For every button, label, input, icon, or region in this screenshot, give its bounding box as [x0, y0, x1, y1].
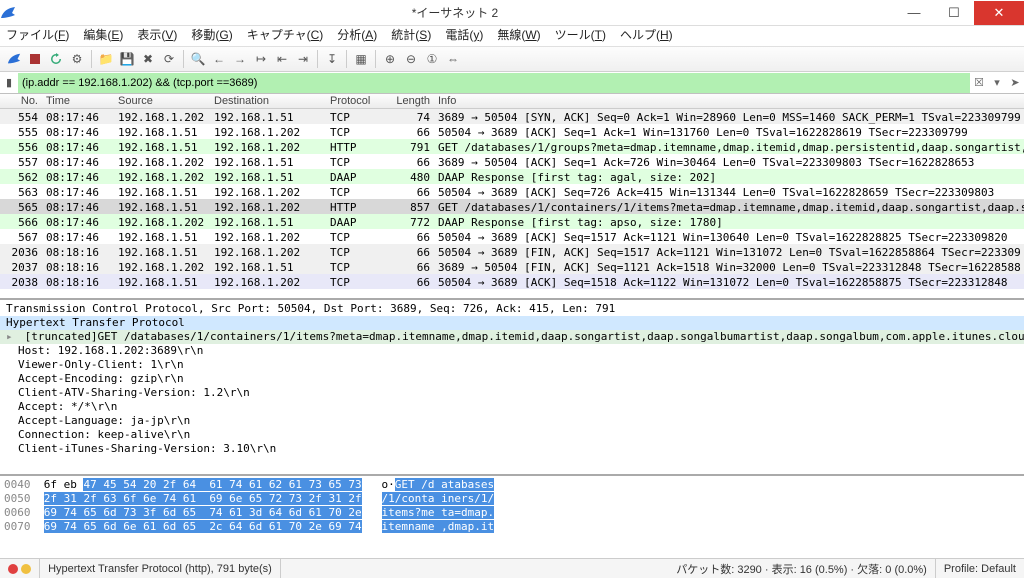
detail-line[interactable]: Accept: */*\r\n [0, 400, 1024, 414]
zoom-reset-icon[interactable]: ① [422, 49, 442, 69]
filter-bar: ▮ ☒ ▾ ➤ [0, 72, 1024, 94]
app-icon [0, 5, 16, 21]
detail-line[interactable]: Client-iTunes-Sharing-Version: 3.10\r\n [0, 442, 1024, 456]
last-icon[interactable]: ⇥ [293, 49, 313, 69]
menu-item[interactable]: 電話(y) [445, 26, 483, 46]
filter-apply-button[interactable]: ➤ [1006, 74, 1024, 92]
reload-icon[interactable]: ⟳ [159, 49, 179, 69]
find-icon[interactable]: 🔍 [188, 49, 208, 69]
col-destination[interactable]: Destination [210, 94, 326, 108]
window-title: *イーサネット 2 [16, 4, 894, 21]
col-info[interactable]: Info [434, 94, 1024, 108]
menu-item[interactable]: ヘルプ(H) [620, 26, 673, 46]
packet-list-header: No. Time Source Destination Protocol Len… [0, 94, 1024, 109]
open-icon[interactable]: 📁 [96, 49, 116, 69]
hex-line[interactable]: 0060 69 74 65 6d 73 3f 6d 65 74 61 3d 64… [4, 506, 1020, 520]
menu-item[interactable]: 分析(A) [337, 26, 377, 46]
options-icon[interactable]: ⚙ [67, 49, 87, 69]
packet-row[interactable]: 56508:17:46192.168.1.51192.168.1.202HTTP… [0, 199, 1024, 214]
detail-line[interactable]: Hypertext Transfer Protocol [0, 316, 1024, 330]
display-filter-input[interactable] [18, 73, 970, 93]
col-protocol[interactable]: Protocol [326, 94, 382, 108]
packet-row[interactable]: 56208:17:46192.168.1.202192.168.1.51DAAP… [0, 169, 1024, 184]
toolbar: ⚙ 📁 💾 ✖ ⟳ 🔍 ← → ↦ ⇤ ⇥ ↧ ▦ ⊕ ⊖ ① ⇔ [0, 46, 1024, 72]
col-no[interactable]: No. [0, 94, 42, 108]
filter-label-icon: ▮ [0, 76, 18, 89]
detail-line[interactable]: Client-ATV-Sharing-Version: 1.2\r\n [0, 386, 1024, 400]
packet-row[interactable]: 56308:17:46192.168.1.51192.168.1.202TCP6… [0, 184, 1024, 199]
menu-item[interactable]: 統計(S) [391, 26, 431, 46]
status-expert-icon[interactable] [0, 559, 40, 578]
packet-row[interactable]: 203708:18:16192.168.1.202192.168.1.51TCP… [0, 259, 1024, 274]
detail-line[interactable]: Accept-Encoding: gzip\r\n [0, 372, 1024, 386]
packet-row[interactable]: 203808:18:16192.168.1.51192.168.1.202TCP… [0, 274, 1024, 289]
filter-dropdown-button[interactable]: ▾ [988, 74, 1006, 92]
packet-list[interactable]: No. Time Source Destination Protocol Len… [0, 94, 1024, 300]
menu-item[interactable]: ツール(T) [555, 26, 606, 46]
status-profile[interactable]: Profile: Default [936, 559, 1024, 578]
detail-line[interactable]: [truncated]GET /databases/1/containers/1… [0, 330, 1024, 344]
hex-line[interactable]: 0070 69 74 65 6d 6e 61 6d 65 2c 64 6d 61… [4, 520, 1020, 534]
packet-row[interactable]: 55408:17:46192.168.1.202192.168.1.51TCP7… [0, 109, 1024, 124]
hex-line[interactable]: 0040 6f eb 47 45 54 20 2f 64 61 74 61 62… [4, 478, 1020, 492]
col-source[interactable]: Source [114, 94, 210, 108]
minimize-button[interactable]: — [894, 1, 934, 25]
col-length[interactable]: Length [382, 94, 434, 108]
menu-item[interactable]: 無線(W) [497, 26, 540, 46]
packet-row[interactable]: 56608:17:46192.168.1.202192.168.1.51DAAP… [0, 214, 1024, 229]
packet-row[interactable]: 56708:17:46192.168.1.51192.168.1.202TCP6… [0, 229, 1024, 244]
menu-item[interactable]: ファイル(F) [6, 26, 69, 46]
status-bar: Hypertext Transfer Protocol (http), 791 … [0, 558, 1024, 578]
restart-icon[interactable] [46, 49, 66, 69]
prev-icon[interactable]: ← [209, 49, 229, 69]
close-button[interactable]: ✕ [974, 1, 1024, 25]
col-time[interactable]: Time [42, 94, 114, 108]
close-file-icon[interactable]: ✖ [138, 49, 158, 69]
detail-line[interactable]: Transmission Control Protocol, Src Port:… [0, 302, 1024, 316]
autoscroll-icon[interactable]: ↧ [322, 49, 342, 69]
packet-row[interactable]: 55608:17:46192.168.1.51192.168.1.202HTTP… [0, 139, 1024, 154]
colorize-icon[interactable]: ▦ [351, 49, 371, 69]
hex-line[interactable]: 0050 2f 31 2f 63 6f 6e 74 61 69 6e 65 72… [4, 492, 1020, 506]
zoom-in-icon[interactable]: ⊕ [380, 49, 400, 69]
status-field-info: Hypertext Transfer Protocol (http), 791 … [40, 559, 281, 578]
titlebar: *イーサネット 2 — ☐ ✕ [0, 0, 1024, 26]
menu-item[interactable]: 移動(G) [191, 26, 232, 46]
hex-view[interactable]: 0040 6f eb 47 45 54 20 2f 64 61 74 61 62… [0, 476, 1024, 558]
zoom-out-icon[interactable]: ⊖ [401, 49, 421, 69]
packet-details[interactable]: Transmission Control Protocol, Src Port:… [0, 300, 1024, 476]
detail-line[interactable]: Connection: keep-alive\r\n [0, 428, 1024, 442]
menubar: ファイル(F) 編集(E) 表示(V) 移動(G) キャプチャ(C) 分析(A) 統計(S)… [0, 26, 1024, 46]
filter-clear-button[interactable]: ☒ [970, 74, 988, 92]
save-icon[interactable]: 💾 [117, 49, 137, 69]
next-icon[interactable]: → [230, 49, 250, 69]
packet-row[interactable]: 55508:17:46192.168.1.51192.168.1.202TCP6… [0, 124, 1024, 139]
menu-item[interactable]: 編集(E) [83, 26, 123, 46]
resize-cols-icon[interactable]: ⇔ [443, 49, 463, 69]
detail-line[interactable]: Host: 192.168.1.202:3689\r\n [0, 344, 1024, 358]
menu-item[interactable]: キャプチャ(C) [247, 26, 324, 46]
first-icon[interactable]: ⇤ [272, 49, 292, 69]
maximize-button[interactable]: ☐ [934, 1, 974, 25]
detail-line[interactable]: Accept-Language: ja-jp\r\n [0, 414, 1024, 428]
status-packet-count: パケット数: 3290 · 表示: 16 (0.5%) · 欠落: 0 (0.0… [668, 559, 936, 578]
shark-icon[interactable] [4, 49, 24, 69]
detail-line[interactable]: Viewer-Only-Client: 1\r\n [0, 358, 1024, 372]
packet-row[interactable]: 203608:18:16192.168.1.51192.168.1.202TCP… [0, 244, 1024, 259]
jump-icon[interactable]: ↦ [251, 49, 271, 69]
packet-row[interactable]: 55708:17:46192.168.1.202192.168.1.51TCP6… [0, 154, 1024, 169]
stop-icon[interactable] [25, 49, 45, 69]
menu-item[interactable]: 表示(V) [137, 26, 177, 46]
